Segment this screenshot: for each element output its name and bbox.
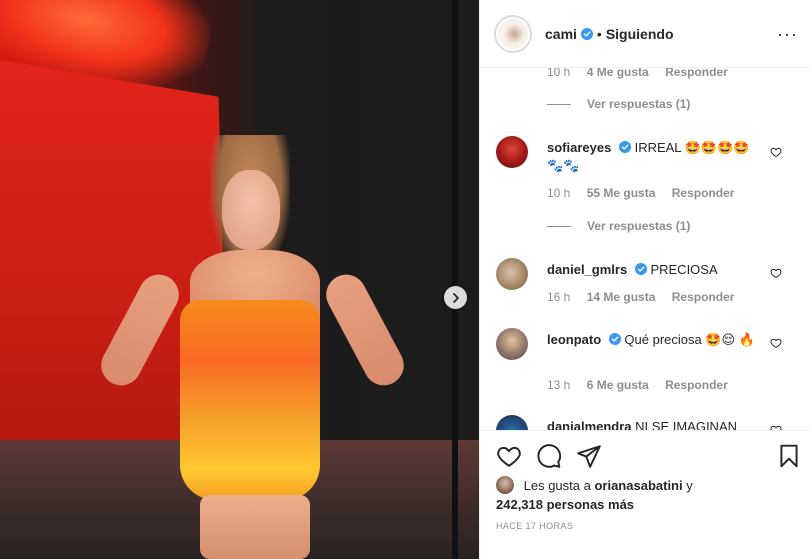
reply-button[interactable]: Responder (665, 378, 728, 392)
post-timestamp[interactable]: HACE 17 HORAS (496, 521, 573, 531)
comments-list[interactable]: 10 h 4 Me gusta Responder Ver respuestas… (480, 68, 811, 430)
reply-button[interactable]: Responder (672, 290, 735, 304)
likes-prefix: Les gusta a (523, 478, 591, 493)
next-photo-button[interactable] (444, 286, 467, 309)
comment-likes[interactable]: 6 Me gusta (587, 378, 649, 392)
verified-badge-icon (618, 141, 631, 153)
liker-username[interactable]: orianasabatini (594, 478, 682, 493)
commenter-avatar[interactable] (496, 258, 528, 290)
comment-text: PRECIOSA (650, 262, 718, 277)
light-stand (452, 0, 458, 559)
comment-likes[interactable]: 4 Me gusta (587, 68, 649, 79)
heart-icon[interactable] (770, 267, 782, 279)
comment-meta: 13 h 6 Me gusta Responder (547, 378, 741, 392)
post-photo[interactable] (0, 0, 479, 559)
view-replies-label: Ver respuestas (1) (587, 219, 691, 233)
commenter-avatar[interactable] (496, 415, 528, 430)
model-arm-right (319, 267, 411, 393)
commenter-avatar[interactable] (496, 136, 528, 168)
comment-body: leonpato Qué preciosa 🤩😌 🔥 (547, 331, 767, 349)
model-dress (180, 300, 320, 500)
verified-badge-icon (634, 263, 647, 275)
commenter-username[interactable]: leonpato (547, 332, 601, 347)
heart-icon[interactable] (496, 443, 522, 469)
reply-button[interactable]: Responder (672, 186, 735, 200)
commenter-username[interactable]: sofiareyes (547, 140, 611, 155)
post-header: cami • Siguiendo ··· (480, 0, 811, 68)
chevron-right-icon (452, 292, 459, 303)
paper-plane-icon[interactable] (576, 443, 602, 469)
comment-likes[interactable]: 55 Me gusta (587, 186, 656, 200)
header-separator: • (596, 25, 602, 42)
comment-time: 10 h (547, 186, 571, 200)
action-bar (480, 430, 811, 476)
comment-text: Qué preciosa 🤩😌 🔥 (624, 332, 755, 347)
comment-meta: 10 h 55 Me gusta Responder (547, 186, 747, 200)
replies-divider (547, 103, 571, 105)
post-details-pane: cami • Siguiendo ··· 10 h 4 Me gusta Res… (479, 0, 811, 559)
comment-likes[interactable]: 14 Me gusta (587, 290, 656, 304)
verified-badge-icon (580, 27, 593, 40)
replies-divider (547, 225, 571, 227)
comment-time: 16 h (547, 290, 571, 304)
liker-avatar[interactable] (496, 476, 514, 494)
reply-button[interactable]: Responder (665, 68, 728, 79)
commenter-avatar[interactable] (496, 328, 528, 360)
more-options-icon[interactable]: ··· (777, 24, 798, 45)
comment-body: danialmendra NI SE IMAGINAN (547, 418, 767, 430)
model-face (222, 170, 280, 250)
comment-time: 10 h (547, 68, 571, 79)
verified-badge-icon (608, 333, 621, 345)
likes-count[interactable]: 242,318 personas más (496, 497, 634, 512)
heart-icon[interactable] (770, 146, 782, 158)
following-button[interactable]: Siguiendo (606, 26, 674, 42)
heart-icon[interactable] (770, 337, 782, 349)
commenter-username[interactable]: danialmendra (547, 419, 632, 430)
comment-meta: 10 h 4 Me gusta Responder (547, 68, 741, 79)
comment-body: sofiareyes IRREAL 🤩🤩🤩🤩 🐾🐾 (547, 139, 767, 175)
likes-joiner: y (686, 478, 693, 493)
commenter-username[interactable]: daniel_gmlrs (547, 262, 627, 277)
comment-meta: 16 h 14 Me gusta Responder (547, 290, 747, 304)
author-avatar[interactable] (498, 18, 528, 49)
bookmark-icon[interactable] (776, 443, 802, 469)
view-replies-label: Ver respuestas (1) (587, 97, 691, 111)
author-avatar-ring[interactable] (494, 14, 532, 53)
view-replies-button[interactable]: Ver respuestas (1) (547, 97, 690, 111)
comment-text: NI SE IMAGINAN (635, 419, 738, 430)
model-legs (200, 495, 310, 559)
comment-time: 13 h (547, 378, 571, 392)
author-username[interactable]: cami (545, 26, 577, 42)
comment-body: daniel_gmlrs PRECIOSA (547, 261, 767, 279)
comment-icon[interactable] (536, 443, 562, 469)
view-replies-button[interactable]: Ver respuestas (1) (547, 219, 690, 233)
likes-summary: Les gusta a orianasabatini y 242,318 per… (496, 476, 796, 514)
